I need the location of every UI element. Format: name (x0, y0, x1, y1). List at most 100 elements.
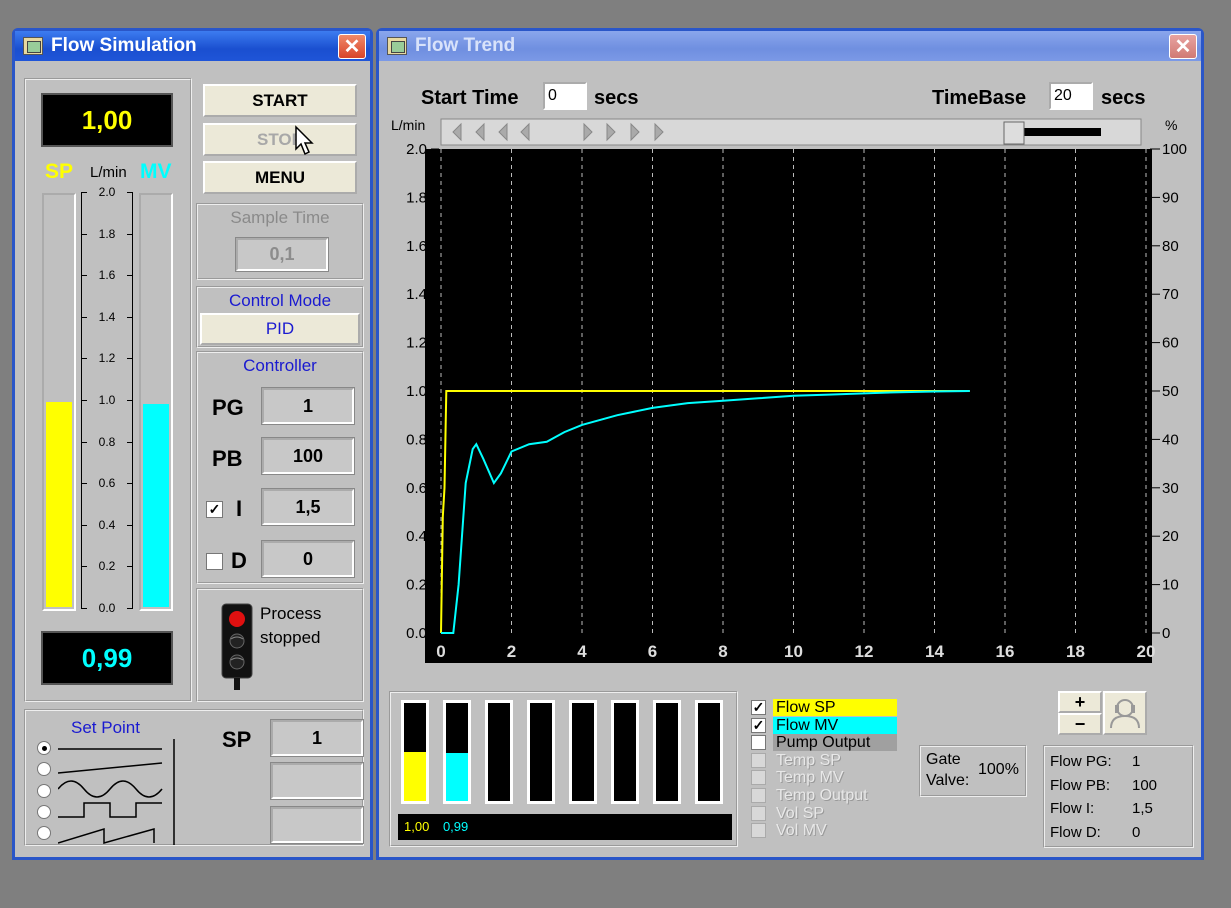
plot-background (425, 149, 1152, 663)
y-tick-label: 0.6 (406, 480, 427, 497)
i-checkbox[interactable]: ✓ (206, 501, 223, 518)
legend-checkbox[interactable]: ✓ (751, 700, 766, 715)
x-tick-label: 12 (855, 642, 874, 661)
d-checkbox[interactable] (206, 553, 223, 570)
setpoint-step-radio[interactable] (37, 741, 51, 755)
sp-level-fill (46, 402, 72, 607)
scale-tick-label: 1.6 (98, 268, 116, 283)
mini-bar (443, 700, 471, 804)
y-tick-label: 1.4 (406, 286, 427, 303)
bar-value-strip: 1,00 0,99 (398, 814, 732, 840)
flow-scale: 2.0 1.8 1.6 1.4 1.2 1.0 0.8 0.6 0.4 0.2 0.0 (81, 185, 135, 615)
scale-tick-label: 0.6 (98, 476, 116, 491)
mini-bar (527, 700, 555, 804)
timebase-unit: secs (1101, 87, 1146, 109)
y-tick-label: 1.8 (406, 189, 427, 206)
scale-tick (127, 483, 133, 485)
setpoint-sawtooth-radio[interactable] (37, 826, 51, 840)
y-tick-label: 1.2 (406, 335, 427, 352)
setpoint-sp-field[interactable]: 1 (270, 719, 364, 757)
setpoint-sine-radio[interactable] (37, 784, 51, 798)
start-button[interactable]: START (203, 84, 357, 117)
info-value: 1,5 (1132, 800, 1153, 817)
app-icon (387, 37, 407, 55)
i-label: I (236, 496, 243, 521)
close-icon[interactable]: ✕ (338, 34, 366, 59)
scale-tick (81, 566, 87, 568)
y-tick-label: 0.8 (406, 431, 427, 448)
x-tick-label: 16 (996, 642, 1015, 661)
zoom-out-button[interactable]: − (1058, 713, 1102, 735)
gate-valve-value: 100% (978, 761, 1019, 778)
y-tick-label: 1.6 (406, 238, 427, 255)
scale-tick-label: 1.4 (98, 309, 116, 324)
gate-label: Gate (926, 751, 961, 768)
info-key: Flow D: (1050, 823, 1101, 841)
y-tick-label: 0.4 (406, 528, 427, 545)
mini-bar (569, 700, 597, 804)
sample-time-field[interactable]: 0,1 (235, 237, 329, 272)
status-text-line2: stopped (260, 628, 321, 647)
stop-button[interactable]: STOP (203, 123, 357, 156)
legend-label: Vol MV (776, 822, 827, 840)
legend-label: Flow SP (773, 699, 897, 716)
start-time-unit: secs (594, 87, 639, 109)
setpoint-param3-field[interactable] (270, 806, 364, 844)
menu-button[interactable]: MENU (203, 161, 357, 194)
setpoint-square-radio[interactable] (37, 805, 51, 819)
control-mode-button[interactable]: PID (200, 313, 360, 345)
scale-tick (81, 358, 87, 360)
legend-checkbox[interactable] (751, 735, 766, 751)
zoom-in-button[interactable]: + (1058, 691, 1102, 713)
d-label: D (231, 548, 247, 573)
scale-tick-label: 0.4 (98, 517, 116, 532)
x-tick-label: 4 (577, 642, 587, 661)
i-field[interactable]: 1,5 (261, 488, 355, 526)
sp-level-bar (42, 193, 76, 611)
controller-info-box: Flow PG: 1 Flow PB: 100 Flow I: 1,5 Flow D: 0 (1043, 745, 1194, 848)
control-mode-label: Control Mode (228, 291, 332, 310)
scale-tick (81, 483, 87, 485)
timebase-input[interactable]: 20 (1049, 82, 1093, 110)
scale-tick-label: 2.0 (98, 185, 116, 199)
scale-tick (81, 233, 87, 235)
scale-tick (81, 275, 87, 277)
bar-mv-value: 0,99 (442, 819, 469, 834)
legend-label: Temp Output (776, 787, 868, 804)
flow-simulation-window: Flow Simulation ✕ 1,00 SP L/min MV 2.0 1.… (12, 28, 373, 860)
valve-label: Valve: (926, 772, 970, 789)
pb-field[interactable]: 100 (261, 437, 355, 475)
trend-legend: ✓ Flow SP ✓ Flow MV Pump Output Temp SP Temp M… (751, 699, 901, 849)
legend-checkbox (751, 770, 766, 786)
scale-tick-label: 0.0 (98, 601, 116, 615)
gate-valve-box: Gate Valve: 100% (919, 745, 1027, 797)
y2-tick-label: 50 (1162, 383, 1179, 400)
y2-tick-label: 40 (1162, 431, 1179, 448)
sample-time-label: Sample Time (230, 208, 330, 227)
flow-trend-titlebar[interactable]: Flow Trend ✕ (379, 31, 1201, 61)
flow-simulation-titlebar[interactable]: Flow Simulation ✕ (15, 31, 370, 61)
start-time-label: Start Time (421, 87, 519, 109)
y-tick-label: 0.0 (406, 625, 427, 642)
legend-label: Temp MV (776, 769, 844, 787)
sample-time-panel: Sample Time 0,1 (196, 203, 364, 280)
start-time-input[interactable]: 0 (543, 82, 587, 110)
y2-tick-label: 10 (1162, 577, 1179, 594)
y2-tick-label: 20 (1162, 528, 1179, 545)
scale-tick (81, 441, 87, 443)
controller-label: Controller (243, 356, 317, 375)
close-icon[interactable]: ✕ (1169, 34, 1197, 59)
setpoint-ramp-radio[interactable] (37, 762, 51, 776)
pg-field[interactable]: 1 (261, 387, 355, 425)
legend-checkbox[interactable]: ✓ (751, 717, 766, 733)
mv-gauge-label: MV (140, 160, 172, 183)
timebase-slider-thumb (1003, 121, 1025, 145)
waveform-icons (58, 739, 175, 845)
flow-trend-window: Flow Trend ✕ Start Time 0 secs TimeBase … (376, 28, 1204, 860)
operator-button[interactable] (1103, 691, 1147, 735)
scale-tick (81, 316, 87, 318)
setpoint-param2-field[interactable] (270, 762, 364, 800)
d-field[interactable]: 0 (261, 540, 355, 578)
scale-tick (127, 524, 133, 526)
scale-tick-label: 0.2 (98, 559, 116, 574)
